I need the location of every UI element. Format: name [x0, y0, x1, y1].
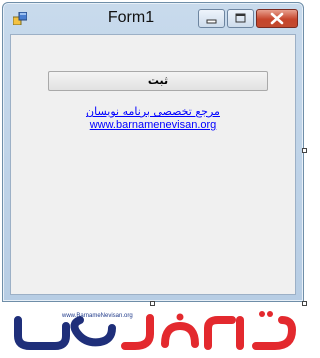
maximize-icon: [235, 13, 246, 23]
site-reference-link[interactable]: مرجع تخصصی برنامه نویسان: [11, 105, 295, 118]
site-url-link[interactable]: www.barnamenevisan.org: [11, 119, 295, 131]
watermark-url: www.BarnameNevisan.org: [62, 313, 133, 319]
close-icon: [270, 12, 284, 25]
form-client-area: ثبت مرجع تخصصی برنامه نویسان www.barname…: [10, 34, 296, 295]
watermark-logo: www.BarnameNevisan.org: [0, 306, 307, 358]
submit-button[interactable]: ثبت: [48, 71, 268, 91]
designer-surface: Form1 ثبت مرجع تخصصی برنامه نویسان www.b…: [0, 0, 307, 306]
resize-handle-right[interactable]: [302, 148, 307, 153]
maximize-button[interactable]: [227, 9, 254, 28]
minimize-button[interactable]: [198, 9, 225, 28]
minimize-icon: [206, 19, 217, 24]
title-bar[interactable]: Form1: [3, 3, 303, 33]
close-button[interactable]: [256, 9, 298, 28]
form-window: Form1 ثبت مرجع تخصصی برنامه نویسان www.b…: [2, 2, 304, 302]
barnamenevisan-logo: [14, 311, 297, 350]
